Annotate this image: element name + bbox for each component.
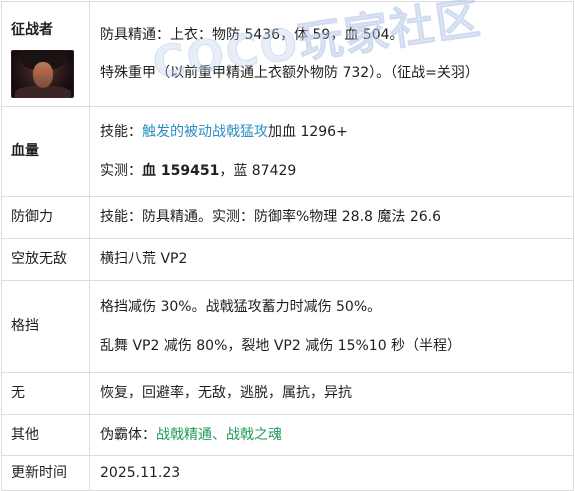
row-label: 血量 [1,106,90,197]
block-line-1: 格挡减伤 30%。战戟猛攻蓄力时减伤 50%。 [100,299,382,316]
defense-text: 技能：防具精通。实测：防御率%物理 28.8 魔法 26.6 [89,196,574,239]
row-other: 其他 伪霸体：战戟精通、战戟之魂 [1,414,574,456]
hp-measured-prefix: 实测： [100,162,142,179]
row-label: 征战者 [11,21,53,38]
row-label-cell: 征战者 [1,1,90,107]
hp-measured-line: 实测：血 159451，蓝 87429 [100,161,573,181]
row-value-cell: 防具精通：上衣：物防 5436，体 59，血 504。 特殊重甲（以前重甲精通上… [89,1,574,107]
armor-mastery-text: 防具精通：上衣：物防 5436，体 59，血 504。 [100,26,404,43]
row-label: 防御力 [1,196,90,239]
row-defense: 防御力 技能：防具精通。实测：防御率%物理 28.8 魔法 26.6 [1,196,574,239]
row-zhengzhan: 征战者 防具精通：上衣：物防 5436，体 59，血 504。 特殊重甲（以前重… [1,1,574,107]
row-label: 其他 [1,414,90,456]
updated-date: 2025.11.23 [89,455,574,491]
other-prefix: 伪霸体： [100,426,156,443]
character-info-table: 征战者 防具精通：上衣：物防 5436，体 59，血 504。 特殊重甲（以前重… [1,1,574,491]
block-line-2: 乱舞 VP2 减伤 80%，裂地 VP2 减伤 15%10 秒（半程） [100,337,462,354]
row-updated: 更新时间 2025.11.23 [1,455,574,491]
row-airborne: 空放无敌 横扫八荒 VP2 [1,238,574,281]
special-heavy-armor-text: 特殊重甲（以前重甲精通上衣额外物防 732）。（征战=关羽） [100,65,479,81]
row-hp: 血量 技能：触发的被动战戟猛攻加血 1296+ 实测：血 159451，蓝 87… [1,106,574,197]
row-block: 格挡 格挡减伤 30%。战戟猛攻蓄力时减伤 50%。 乱舞 VP2 减伤 80%… [1,280,574,373]
airborne-text: 横扫八荒 VP2 [89,238,574,281]
row-label: 格挡 [1,280,90,373]
hp-skill-line: 技能：触发的被动战戟猛攻加血 1296+ [100,122,573,142]
mp-measured-value: ，蓝 87429 [219,162,297,179]
row-label: 无 [1,372,90,415]
row-label: 更新时间 [1,455,90,491]
hp-measured-value: 血 159451 [142,162,220,179]
row-value-cell: 格挡减伤 30%。战戟猛攻蓄力时减伤 50%。 乱舞 VP2 减伤 80%，裂地… [89,280,574,373]
skill-link[interactable]: 触发的被动战戟猛攻 [142,124,268,140]
other-link[interactable]: 战戟精通、战戟之魂 [156,427,282,443]
row-value-cell: 技能：触发的被动战戟猛攻加血 1296+ 实测：血 159451，蓝 87429 [89,106,574,197]
hp-skill-suffix: 加血 1296+ [268,124,348,141]
row-label: 空放无敌 [1,238,90,281]
hp-skill-prefix: 技能： [100,124,142,141]
row-none: 无 恢复，回避率，无敌，逃脱，属抗，异抗 [1,372,574,415]
none-text: 恢复，回避率，无敌，逃脱，属抗，异抗 [89,372,574,415]
row-value-cell: 伪霸体：战戟精通、战戟之魂 [89,414,574,456]
character-portrait-icon [11,50,74,99]
